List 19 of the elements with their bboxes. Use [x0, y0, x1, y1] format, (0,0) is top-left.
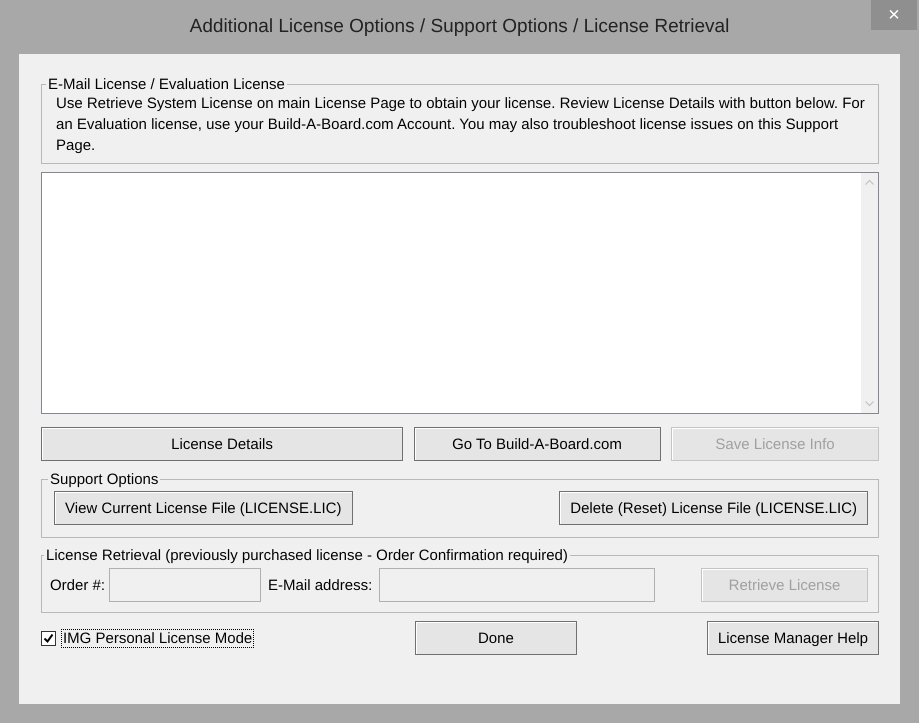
window-title: Additional License Options / Support Options / License Retrieval — [190, 16, 730, 38]
scroll-up-icon[interactable] — [865, 179, 874, 185]
button[interactable]: License Details — [41, 427, 403, 461]
instructions-text: Use Retrieve System License on main License Page to obtain your license. Review License Details with button below. For an Evaluation license, use your Build-A-Board.com Account. You may also troubleshoot license issues on this Support Page. — [56, 94, 866, 156]
checkbox-label[interactable]: IMG Personal License Mode — [62, 630, 254, 646]
button[interactable]: License Manager Help — [706, 621, 879, 655]
scrollbar[interactable] — [861, 173, 878, 413]
group-title: Support Options — [49, 471, 160, 488]
field-label: Order #: — [50, 576, 106, 594]
license-text-area[interactable] — [41, 172, 879, 414]
button[interactable]: Done — [414, 621, 577, 655]
button[interactable]: View Current License File (LICENSE.LIC) — [54, 491, 352, 525]
scroll-down-icon[interactable] — [865, 401, 874, 407]
group-title: License Retrieval (previously purchased license - Order Confirmation required) — [45, 547, 569, 564]
button[interactable]: Delete (Reset) License File (LICENSE.LIC) — [559, 491, 868, 525]
group-title: E-Mail License / Evaluation License — [47, 76, 286, 93]
field-label: E-Mail address: — [268, 576, 372, 594]
checkbox[interactable] — [41, 630, 56, 646]
button[interactable]: Go To Build-A-Board.com — [414, 427, 660, 461]
